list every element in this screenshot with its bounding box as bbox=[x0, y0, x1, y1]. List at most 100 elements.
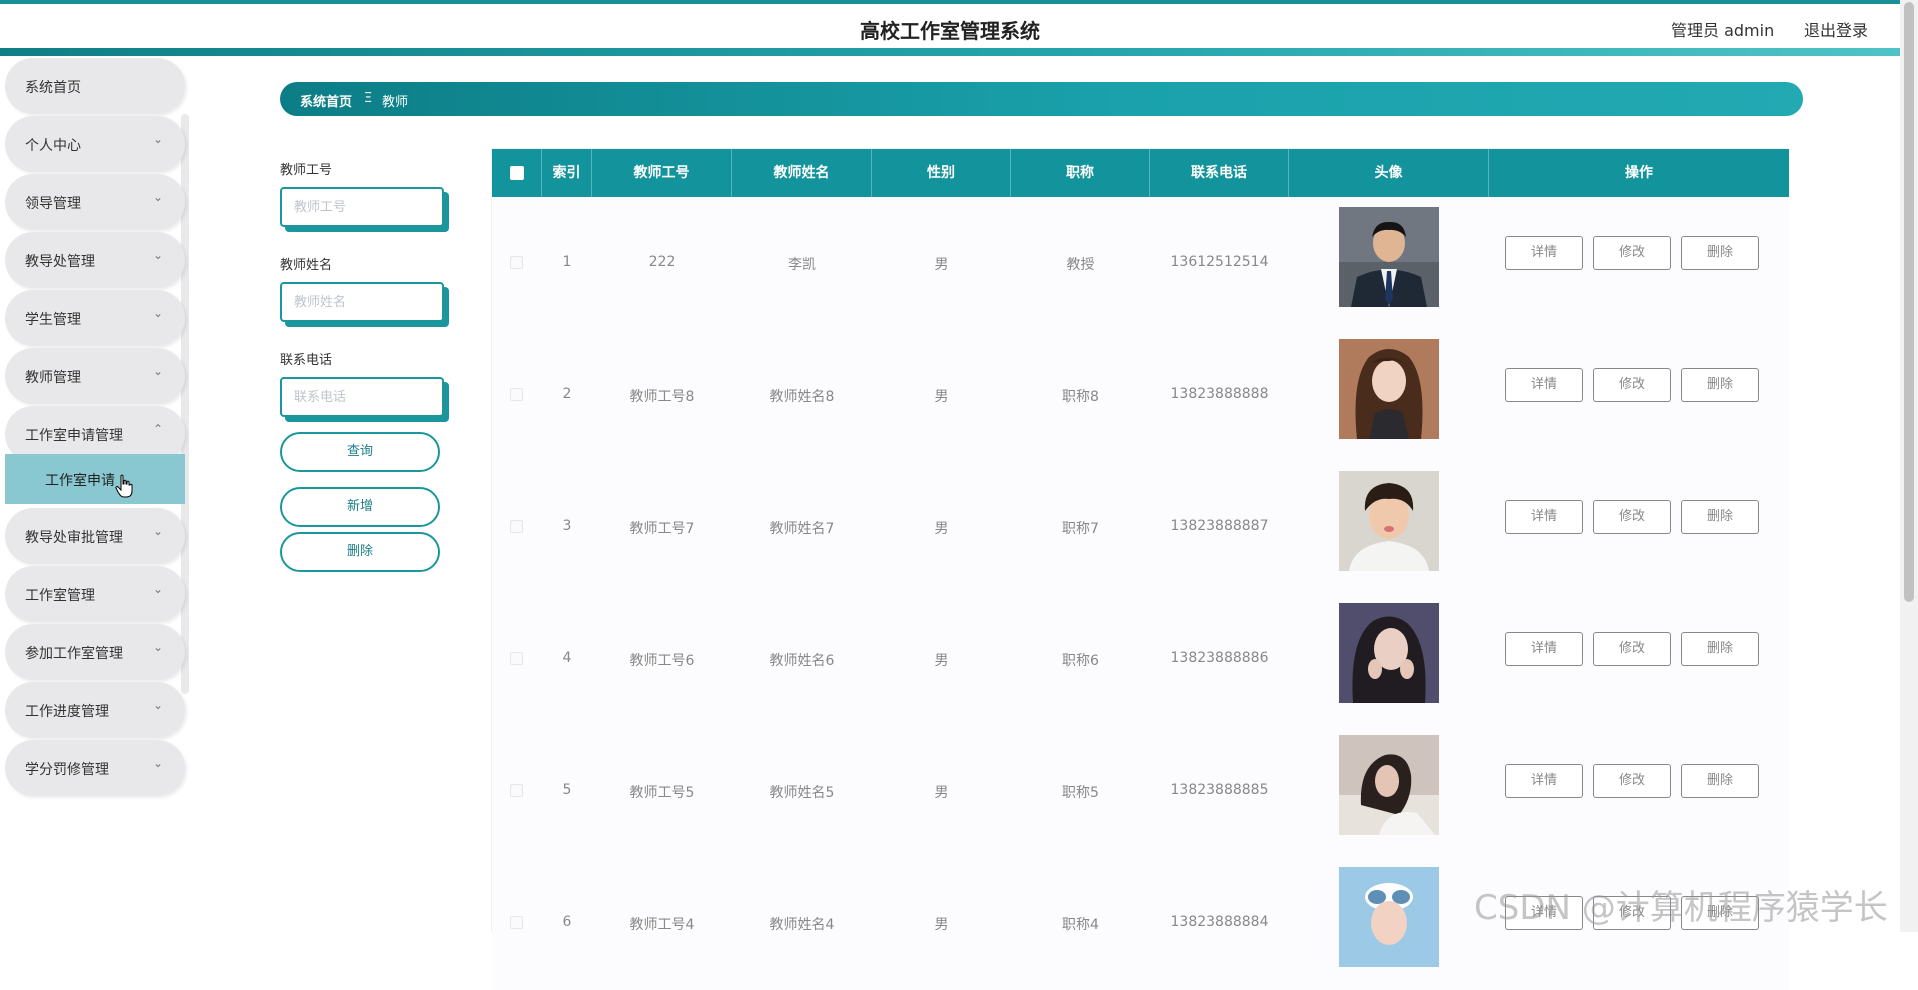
teacher-name-input[interactable] bbox=[280, 282, 444, 322]
cell-teacher-no: 教师工号5 bbox=[629, 785, 695, 801]
header: 高校工作室管理系统 管理员 admin 退出登录 bbox=[0, 4, 1900, 50]
watermark: CSDN @计算机程序猿学长 bbox=[1474, 888, 1888, 928]
cell-gender: 男 bbox=[934, 257, 949, 273]
add-button[interactable]: 新增 bbox=[280, 487, 440, 527]
sidebar-item-label: 学分罚修管理 bbox=[25, 762, 109, 778]
chevron-down-icon: ⌄ bbox=[152, 756, 163, 770]
cell-phone: 13612512514 bbox=[1170, 254, 1269, 270]
sidebar-item-label: 工作进度管理 bbox=[25, 704, 109, 720]
cell-gender: 男 bbox=[934, 653, 949, 669]
sidebar-item-academic-approval[interactable]: 教导处审批管理 ⌄ bbox=[5, 508, 185, 564]
cell-title: 职称4 bbox=[1062, 917, 1099, 933]
logout-link[interactable]: 退出登录 bbox=[1804, 17, 1868, 41]
cell-teacher-name: 教师姓名5 bbox=[769, 785, 835, 801]
cell-teacher-no: 教师工号7 bbox=[629, 521, 695, 537]
breadcrumb-separator-icon: Ξ bbox=[364, 91, 373, 106]
edit-button[interactable]: 修改 bbox=[1593, 236, 1671, 270]
avatar-image bbox=[1339, 867, 1439, 967]
chevron-up-icon: ⌃ bbox=[152, 422, 163, 436]
sidebar-item-studio[interactable]: 工作室管理 ⌄ bbox=[5, 566, 185, 622]
select-all-checkbox[interactable] bbox=[510, 166, 524, 180]
table-row: 2 教师工号8 教师姓名8 男 职称8 13823888888 详情 修改 删除 bbox=[492, 330, 1789, 462]
table-row: 1 222 李凯 男 教授 13612512514 详情 修改 删除 bbox=[492, 198, 1789, 330]
col-teacher-no: 教师工号 bbox=[592, 149, 732, 197]
sidebar-item-label: 工作室管理 bbox=[25, 588, 95, 604]
phone-label: 联系电话 bbox=[280, 353, 333, 368]
chevron-down-icon: ⌄ bbox=[152, 248, 163, 262]
row-checkbox[interactable] bbox=[510, 916, 523, 929]
delete-button[interactable]: 删除 bbox=[1681, 500, 1759, 534]
submenu-item-label: 工作室申请 bbox=[45, 473, 115, 489]
breadcrumb: 系统首页 Ξ 教师 bbox=[280, 82, 1803, 116]
row-checkbox[interactable] bbox=[510, 520, 523, 533]
avatar-image bbox=[1339, 207, 1439, 307]
teacher-no-label: 教师工号 bbox=[280, 163, 333, 178]
col-actions: 操作 bbox=[1625, 165, 1653, 181]
chevron-down-icon: ⌄ bbox=[152, 190, 163, 204]
sidebar-item-label: 个人中心 bbox=[25, 138, 81, 154]
avatar-image bbox=[1339, 471, 1439, 571]
cell-teacher-no: 222 bbox=[648, 254, 676, 270]
submenu-item-studio-application[interactable]: 工作室申请 bbox=[5, 454, 185, 504]
breadcrumb-current: 教师 bbox=[382, 95, 409, 110]
sidebar-item-home[interactable]: 系统首页 bbox=[5, 58, 185, 114]
cell-teacher-name: 教师姓名4 bbox=[769, 917, 835, 933]
detail-button[interactable]: 详情 bbox=[1505, 368, 1583, 402]
cell-teacher-name: 教师姓名6 bbox=[769, 653, 835, 669]
avatar-image bbox=[1339, 603, 1439, 703]
delete-button[interactable]: 删除 bbox=[1681, 764, 1759, 798]
avatar-image bbox=[1339, 735, 1439, 835]
cell-gender: 男 bbox=[934, 521, 949, 537]
sidebar-item-academic-office[interactable]: 教导处管理 ⌄ bbox=[5, 232, 185, 288]
page-scrollbar-thumb[interactable] bbox=[1904, 2, 1914, 602]
row-checkbox[interactable] bbox=[510, 652, 523, 665]
sidebar-item-label: 教导处管理 bbox=[25, 254, 95, 270]
header-select-all-cell bbox=[492, 149, 542, 197]
sidebar-item-teachers[interactable]: 教师管理 ⌄ bbox=[5, 348, 185, 404]
col-phone: 联系电话 bbox=[1150, 149, 1289, 197]
delete-button[interactable]: 删除 bbox=[1681, 632, 1759, 666]
phone-input[interactable] bbox=[280, 377, 444, 417]
detail-button[interactable]: 详情 bbox=[1505, 236, 1583, 270]
col-index: 索引 bbox=[542, 149, 592, 197]
man-suit-photo bbox=[1339, 207, 1439, 307]
row-checkbox[interactable] bbox=[510, 388, 523, 401]
sidebar-item-join-studio[interactable]: 参加工作室管理 ⌄ bbox=[5, 624, 185, 680]
teacher-name-label: 教师姓名 bbox=[280, 258, 333, 273]
sidebar-item-progress[interactable]: 工作进度管理 ⌄ bbox=[5, 682, 185, 738]
table-row: 5 教师工号5 教师姓名5 男 职称5 13823888885 详情 修改 删除 bbox=[492, 726, 1789, 858]
edit-button[interactable]: 修改 bbox=[1593, 632, 1671, 666]
chevron-down-icon: ⌄ bbox=[152, 306, 163, 320]
detail-button[interactable]: 详情 bbox=[1505, 764, 1583, 798]
chevron-down-icon: ⌄ bbox=[152, 524, 163, 538]
sidebar-item-label: 系统首页 bbox=[25, 80, 81, 96]
delete-button[interactable]: 删除 bbox=[1681, 368, 1759, 402]
table-row: 4 教师工号6 教师姓名6 男 职称6 13823888886 详情 修改 删除 bbox=[492, 594, 1789, 726]
edit-button[interactable]: 修改 bbox=[1593, 500, 1671, 534]
sidebar-item-personal-center[interactable]: 个人中心 ⌄ bbox=[5, 116, 185, 172]
sidebar-item-leader[interactable]: 领导管理 ⌄ bbox=[5, 174, 185, 230]
edit-button[interactable]: 修改 bbox=[1593, 368, 1671, 402]
query-button[interactable]: 查询 bbox=[280, 432, 440, 472]
row-checkbox[interactable] bbox=[510, 784, 523, 797]
cell-title: 教授 bbox=[1066, 257, 1095, 273]
teacher-no-input[interactable] bbox=[280, 187, 444, 227]
cell-index: 6 bbox=[562, 914, 572, 930]
sidebar-item-students[interactable]: 学生管理 ⌄ bbox=[5, 290, 185, 346]
sidebar-item-label: 工作室申请管理 bbox=[25, 428, 123, 444]
batch-delete-button[interactable]: 删除 bbox=[280, 532, 440, 572]
cell-phone: 13823888888 bbox=[1170, 386, 1269, 402]
row-checkbox[interactable] bbox=[510, 256, 523, 269]
sidebar-item-label: 教师管理 bbox=[25, 370, 81, 386]
cell-index: 1 bbox=[562, 254, 572, 270]
sidebar-item-credits[interactable]: 学分罚修管理 ⌄ bbox=[5, 740, 185, 796]
breadcrumb-home[interactable]: 系统首页 bbox=[300, 91, 352, 110]
chevron-down-icon: ⌄ bbox=[152, 698, 163, 712]
cell-index: 5 bbox=[562, 782, 572, 798]
edit-button[interactable]: 修改 bbox=[1593, 764, 1671, 798]
cell-title: 职称7 bbox=[1062, 521, 1099, 537]
sidebar: 系统首页 个人中心 ⌄ 领导管理 ⌄ 教导处管理 ⌄ 学生管理 ⌄ 教师管理 ⌄… bbox=[0, 56, 190, 932]
detail-button[interactable]: 详情 bbox=[1505, 500, 1583, 534]
detail-button[interactable]: 详情 bbox=[1505, 632, 1583, 666]
delete-button[interactable]: 删除 bbox=[1681, 236, 1759, 270]
